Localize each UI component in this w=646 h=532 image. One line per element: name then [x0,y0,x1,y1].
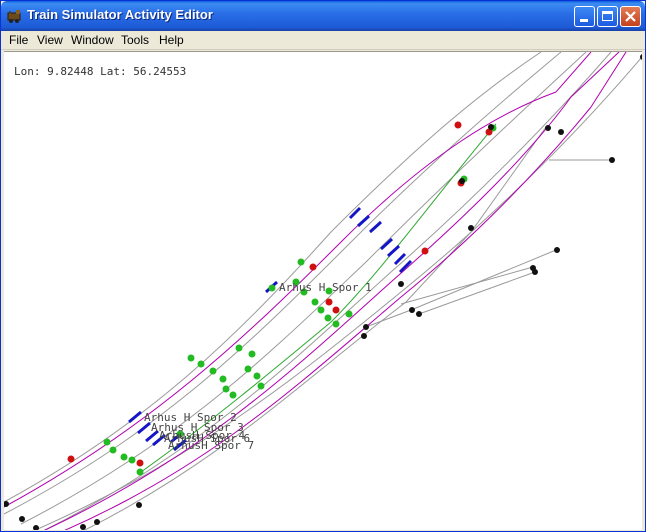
close-button[interactable] [620,6,641,27]
route-map[interactable]: Arhus H Spor 1 Arhus H Spor 2 Arhus H Sp… [4,52,642,530]
minimize-button[interactable] [574,6,595,27]
maximize-button[interactable] [597,6,618,27]
menu-tools[interactable]: Tools [121,33,149,47]
window-title: Train Simulator Activity Editor [27,7,213,22]
red-signals [67,121,493,467]
siding-labels: Arhus H Spor 1 Arhus H Spor 2 Arhus H Sp… [144,281,372,452]
menu-help[interactable]: Help [159,33,184,47]
menu-bar: File View Window Tools Help [1,31,645,50]
maximize-icon [602,11,613,21]
label-spor-1: Arhus H Spor 1 [279,281,372,294]
menu-file[interactable]: File [9,33,28,47]
close-icon [625,11,636,22]
app-window: Train Simulator Activity Editor File Vie… [0,0,646,532]
menu-window[interactable]: Window [71,33,114,47]
label-spor-4: ArhusH Spor 4 [159,429,245,442]
title-bar[interactable]: Train Simulator Activity Editor [1,1,645,31]
train-app-icon [7,10,21,23]
menu-view[interactable]: View [37,33,63,47]
route-map-canvas[interactable]: Lon: 9.82448 Lat: 56.24553 Arhus H Spor … [4,51,642,530]
minimize-icon [580,19,588,22]
